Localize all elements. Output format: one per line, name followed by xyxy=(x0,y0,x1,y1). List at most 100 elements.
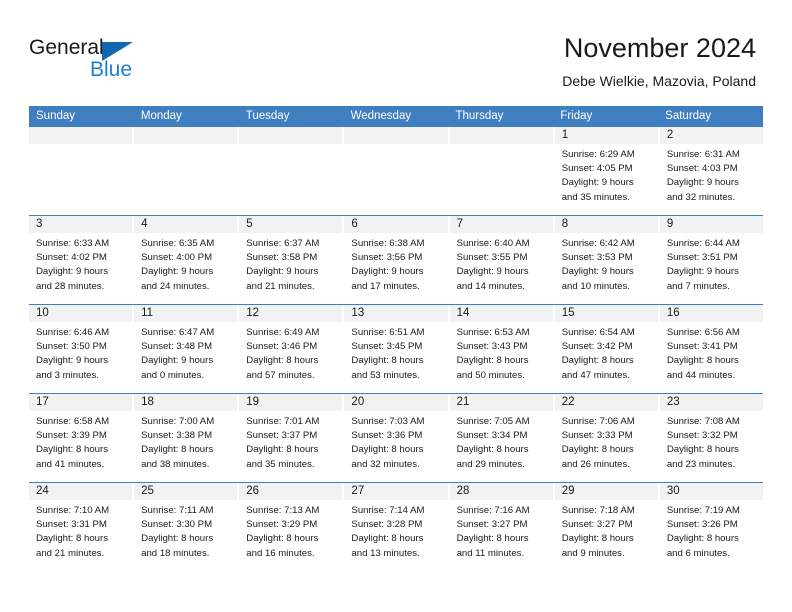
sunrise-time: Sunrise: 7:14 AM xyxy=(351,505,425,516)
calendar-day-cell[interactable]: 28 Sunrise: 7:16 AM Sunset: 3:27 PM Dayligh… xyxy=(449,483,555,571)
calendar-day-cell[interactable]: 14 Sunrise: 6:53 AM Sunset: 3:43 PM Dayligh… xyxy=(449,305,555,393)
daylight-duration-line2: and 28 minutes. xyxy=(36,280,105,292)
day-number: 6 xyxy=(344,216,448,233)
day-number: 19 xyxy=(239,394,343,411)
calendar-day-cell[interactable]: 23 Sunrise: 7:08 AM Sunset: 3:32 PM Dayligh… xyxy=(659,394,763,482)
daylight-duration-line1: Daylight: 8 hours xyxy=(561,533,634,545)
sunrise-time: Sunrise: 7:19 AM xyxy=(666,505,740,516)
day-number: 10 xyxy=(29,305,133,322)
calendar-day-cell[interactable]: 26 Sunrise: 7:13 AM Sunset: 3:29 PM Dayligh… xyxy=(239,483,345,571)
daylight-duration-line1: Daylight: 8 hours xyxy=(246,444,319,456)
sunrise-time: Sunrise: 6:56 AM xyxy=(666,327,740,338)
sunset-time: Sunset: 3:53 PM xyxy=(561,252,633,264)
calendar-day-cell[interactable]: 21 Sunrise: 7:05 AM Sunset: 3:34 PM Dayligh… xyxy=(449,394,555,482)
calendar-day-cell[interactable]: 8 Sunrise: 6:42 AM Sunset: 3:53 PM Daylight… xyxy=(554,216,660,304)
sunset-time: Sunset: 3:30 PM xyxy=(141,519,213,531)
day-sun-info: Sunrise: 6:49 AM Sunset: 3:46 PM Daylight:… xyxy=(239,322,342,383)
calendar-day-cell[interactable]: 1 Sunrise: 6:29 AM Sunset: 4:05 PM Daylight… xyxy=(554,127,660,215)
calendar-week-row: 10 Sunrise: 6:46 AM Sunset: 3:50 PM Dayligh… xyxy=(29,304,763,393)
calendar-day-cell[interactable]: 4 Sunrise: 6:35 AM Sunset: 4:00 PM Daylight… xyxy=(134,216,240,304)
daylight-duration-line2: and 3 minutes. xyxy=(36,369,99,381)
day-sun-info: Sunrise: 6:54 AM Sunset: 3:42 PM Daylight:… xyxy=(555,322,658,383)
calendar-day-cell[interactable]: 6 Sunrise: 6:38 AM Sunset: 3:56 PM Daylight… xyxy=(344,216,450,304)
calendar-day-cell[interactable]: 27 Sunrise: 7:14 AM Sunset: 3:28 PM Dayligh… xyxy=(344,483,450,571)
sunset-time: Sunset: 3:34 PM xyxy=(456,430,528,442)
day-number: 4 xyxy=(134,216,238,233)
day-sun-info: Sunrise: 7:05 AM Sunset: 3:34 PM Daylight:… xyxy=(450,411,553,472)
calendar-day-cell[interactable]: 18 Sunrise: 7:00 AM Sunset: 3:38 PM Dayligh… xyxy=(134,394,240,482)
calendar-day-cell[interactable]: 19 Sunrise: 7:01 AM Sunset: 3:37 PM Dayligh… xyxy=(239,394,345,482)
daylight-duration-line2: and 17 minutes. xyxy=(351,280,420,292)
day-number: 24 xyxy=(29,483,133,500)
calendar-day-cell[interactable]: 17 Sunrise: 6:58 AM Sunset: 3:39 PM Dayligh… xyxy=(29,394,135,482)
sunrise-time: Sunrise: 6:42 AM xyxy=(561,238,635,249)
day-number: 2 xyxy=(659,127,763,144)
calendar-day-cell-empty xyxy=(239,127,345,215)
daylight-duration-line2: and 21 minutes. xyxy=(246,280,315,292)
sunrise-time: Sunrise: 7:18 AM xyxy=(561,505,635,516)
sunrise-time: Sunrise: 6:46 AM xyxy=(36,327,110,338)
daylight-duration-line1: Daylight: 8 hours xyxy=(666,444,739,456)
daylight-duration-line2: and 10 minutes. xyxy=(561,280,630,292)
day-sun-info: Sunrise: 7:11 AM Sunset: 3:30 PM Daylight:… xyxy=(134,500,237,561)
sunset-time: Sunset: 3:38 PM xyxy=(141,430,213,442)
daylight-duration-line1: Daylight: 9 hours xyxy=(36,355,108,367)
calendar-day-cell[interactable]: 20 Sunrise: 7:03 AM Sunset: 3:36 PM Dayligh… xyxy=(344,394,450,482)
day-sun-info: Sunrise: 6:35 AM Sunset: 4:00 PM Daylight:… xyxy=(134,233,237,294)
day-sun-info: Sunrise: 7:19 AM Sunset: 3:26 PM Daylight:… xyxy=(660,500,763,561)
sunrise-time: Sunrise: 7:06 AM xyxy=(561,416,635,427)
day-number: 26 xyxy=(239,483,343,500)
daylight-duration-line2: and 7 minutes. xyxy=(666,280,730,292)
day-sun-info: Sunrise: 6:33 AM Sunset: 4:02 PM Daylight:… xyxy=(29,233,132,294)
calendar-day-cell[interactable]: 12 Sunrise: 6:49 AM Sunset: 3:46 PM Dayligh… xyxy=(239,305,345,393)
weekday-header-tuesday: Tuesday xyxy=(245,110,290,122)
calendar-grid: Sunday Monday Tuesday Wednesday Thursday… xyxy=(29,106,763,571)
day-number: 25 xyxy=(134,483,238,500)
day-sun-info: Sunrise: 6:51 AM Sunset: 3:45 PM Daylight:… xyxy=(344,322,447,383)
calendar-day-cell[interactable]: 22 Sunrise: 7:06 AM Sunset: 3:33 PM Dayligh… xyxy=(554,394,660,482)
calendar-day-cell[interactable]: 3 Sunrise: 6:33 AM Sunset: 4:02 PM Daylight… xyxy=(29,216,135,304)
daylight-duration-line2: and 11 minutes. xyxy=(456,547,525,559)
daylight-duration-line2: and 14 minutes. xyxy=(456,280,525,292)
calendar-day-cell[interactable]: 25 Sunrise: 7:11 AM Sunset: 3:30 PM Dayligh… xyxy=(134,483,240,571)
sunset-time: Sunset: 3:56 PM xyxy=(351,252,423,264)
calendar-day-cell[interactable]: 24 Sunrise: 7:10 AM Sunset: 3:31 PM Dayligh… xyxy=(29,483,135,571)
sunrise-time: Sunrise: 7:08 AM xyxy=(666,416,740,427)
page-title: November 2024 xyxy=(563,33,756,63)
calendar-day-cell[interactable]: 16 Sunrise: 6:56 AM Sunset: 3:41 PM Dayligh… xyxy=(659,305,763,393)
sunset-time: Sunset: 4:02 PM xyxy=(36,252,107,264)
sunrise-time: Sunrise: 7:01 AM xyxy=(246,416,320,427)
daylight-duration-line2: and 26 minutes. xyxy=(561,458,630,470)
sunset-time: Sunset: 3:28 PM xyxy=(351,519,423,531)
calendar-day-cell[interactable]: 5 Sunrise: 6:37 AM Sunset: 3:58 PM Daylight… xyxy=(239,216,345,304)
calendar-week-row: 17 Sunrise: 6:58 AM Sunset: 3:39 PM Dayligh… xyxy=(29,393,763,482)
sunrise-time: Sunrise: 6:47 AM xyxy=(141,327,215,338)
day-sun-info: Sunrise: 6:53 AM Sunset: 3:43 PM Daylight:… xyxy=(450,322,553,383)
calendar-day-cell[interactable]: 2 Sunrise: 6:31 AM Sunset: 4:03 PM Daylight… xyxy=(659,127,763,215)
calendar-day-cell[interactable]: 11 Sunrise: 6:47 AM Sunset: 3:48 PM Dayligh… xyxy=(134,305,240,393)
daylight-duration-line1: Daylight: 8 hours xyxy=(561,355,634,367)
daylight-duration-line1: Daylight: 9 hours xyxy=(666,177,739,189)
day-number: 3 xyxy=(29,216,133,233)
generalblue-logo[interactable]: General Blue xyxy=(29,36,169,86)
calendar-week-row: 3 Sunrise: 6:33 AM Sunset: 4:02 PM Daylight… xyxy=(29,215,763,304)
sunrise-time: Sunrise: 6:29 AM xyxy=(561,149,635,160)
calendar-day-cell[interactable]: 15 Sunrise: 6:54 AM Sunset: 3:42 PM Dayligh… xyxy=(554,305,660,393)
calendar-page: General Blue November 2024 Debe Wielkie,… xyxy=(0,0,792,612)
day-number: 17 xyxy=(29,394,133,411)
calendar-day-cell[interactable]: 7 Sunrise: 6:40 AM Sunset: 3:55 PM Daylight… xyxy=(449,216,555,304)
calendar-day-cell[interactable]: 13 Sunrise: 6:51 AM Sunset: 3:45 PM Dayligh… xyxy=(344,305,450,393)
day-number: 8 xyxy=(554,216,658,233)
sunset-time: Sunset: 3:36 PM xyxy=(351,430,423,442)
sunset-time: Sunset: 3:50 PM xyxy=(36,341,107,353)
sunset-time: Sunset: 3:42 PM xyxy=(561,341,633,353)
calendar-day-cell[interactable]: 9 Sunrise: 6:44 AM Sunset: 3:51 PM Daylight… xyxy=(659,216,763,304)
daylight-duration-line2: and 9 minutes. xyxy=(561,547,625,559)
sunrise-time: Sunrise: 7:03 AM xyxy=(351,416,425,427)
calendar-day-cell[interactable]: 30 Sunrise: 7:19 AM Sunset: 3:26 PM Dayligh… xyxy=(659,483,763,571)
calendar-day-cell[interactable]: 10 Sunrise: 6:46 AM Sunset: 3:50 PM Dayligh… xyxy=(29,305,135,393)
calendar-day-cell[interactable]: 29 Sunrise: 7:18 AM Sunset: 3:27 PM Dayligh… xyxy=(554,483,660,571)
daylight-duration-line1: Daylight: 8 hours xyxy=(561,444,634,456)
day-number xyxy=(239,127,343,144)
day-sun-info: Sunrise: 6:37 AM Sunset: 3:58 PM Daylight:… xyxy=(239,233,342,294)
